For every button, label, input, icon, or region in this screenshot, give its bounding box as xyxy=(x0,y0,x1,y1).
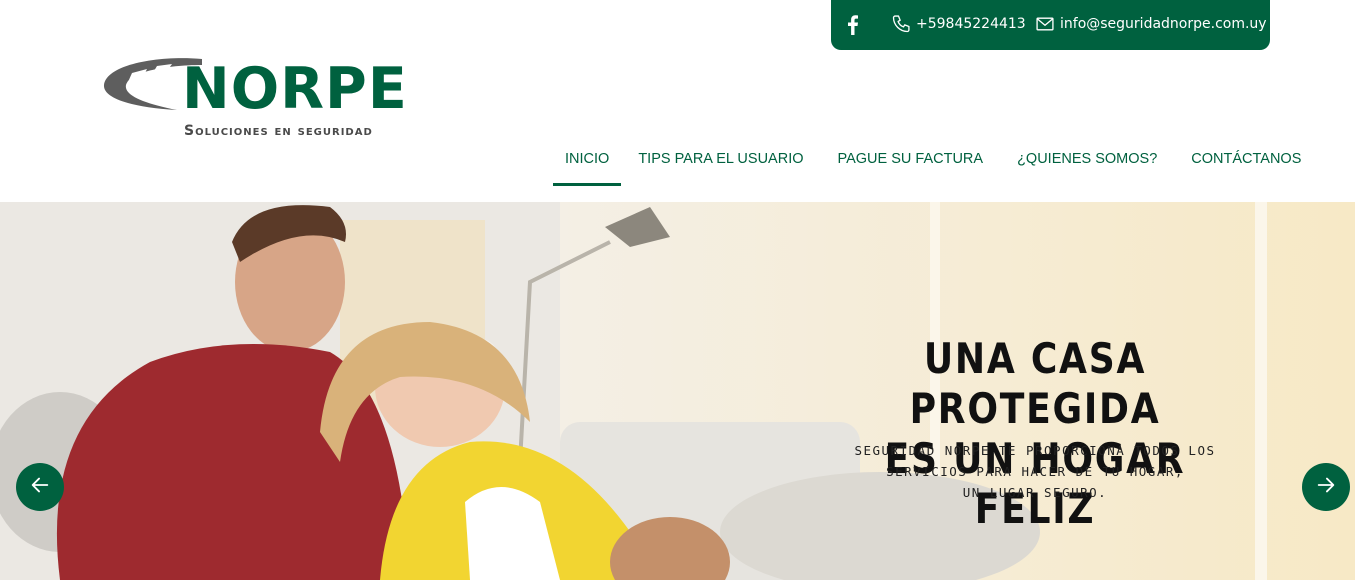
phone-icon xyxy=(891,14,911,34)
logo-tagline: Soluciones en seguridad xyxy=(184,123,373,139)
arrow-left-icon xyxy=(29,474,51,500)
email-address[interactable]: info@seguridadnorpe.com.uy xyxy=(1060,14,1267,34)
slider-next-button[interactable] xyxy=(1302,463,1350,511)
email-link[interactable]: info@seguridadnorpe.com.uy xyxy=(1035,14,1267,34)
nav-item-quienes-somos[interactable]: ¿QUIENES SOMOS? xyxy=(1000,140,1174,184)
nav-item-tips[interactable]: TIPS PARA EL USUARIO xyxy=(621,140,820,184)
logo-wordmark: NORPE xyxy=(182,56,408,122)
facebook-icon[interactable] xyxy=(848,15,858,35)
nav-item-inicio[interactable]: INICIO xyxy=(553,140,622,186)
slider-prev-button[interactable] xyxy=(16,463,64,511)
logo[interactable]: NORPE Soluciones en seguridad xyxy=(102,55,457,145)
nav-item-contactanos[interactable]: CONTÁCTANOS xyxy=(1174,140,1318,184)
main-nav: INICIO TIPS PARA EL USUARIO PAGUE SU FAC… xyxy=(553,140,1318,186)
hero-slider: UNA CASA PROTEGIDA ES UN HOGAR FELIZ SEG… xyxy=(0,202,1355,580)
hero-title-line1: UNA CASA PROTEGIDA xyxy=(909,334,1161,433)
hero-subtitle: SEGURIDAD NORPE TE PROPORCIONA TODOS LOS… xyxy=(854,443,1216,500)
phone-link[interactable]: +59845224413 xyxy=(891,14,1026,34)
phone-number[interactable]: +59845224413 xyxy=(916,14,1026,34)
contact-bar: +59845224413 info@seguridadnorpe.com.uy xyxy=(831,0,1270,50)
hero-title: UNA CASA PROTEGIDA ES UN HOGAR FELIZ xyxy=(824,334,1245,534)
mail-icon xyxy=(1035,14,1055,34)
nav-item-pague-factura[interactable]: PAGUE SU FACTURA xyxy=(821,140,1001,184)
arrow-right-icon xyxy=(1315,474,1337,500)
